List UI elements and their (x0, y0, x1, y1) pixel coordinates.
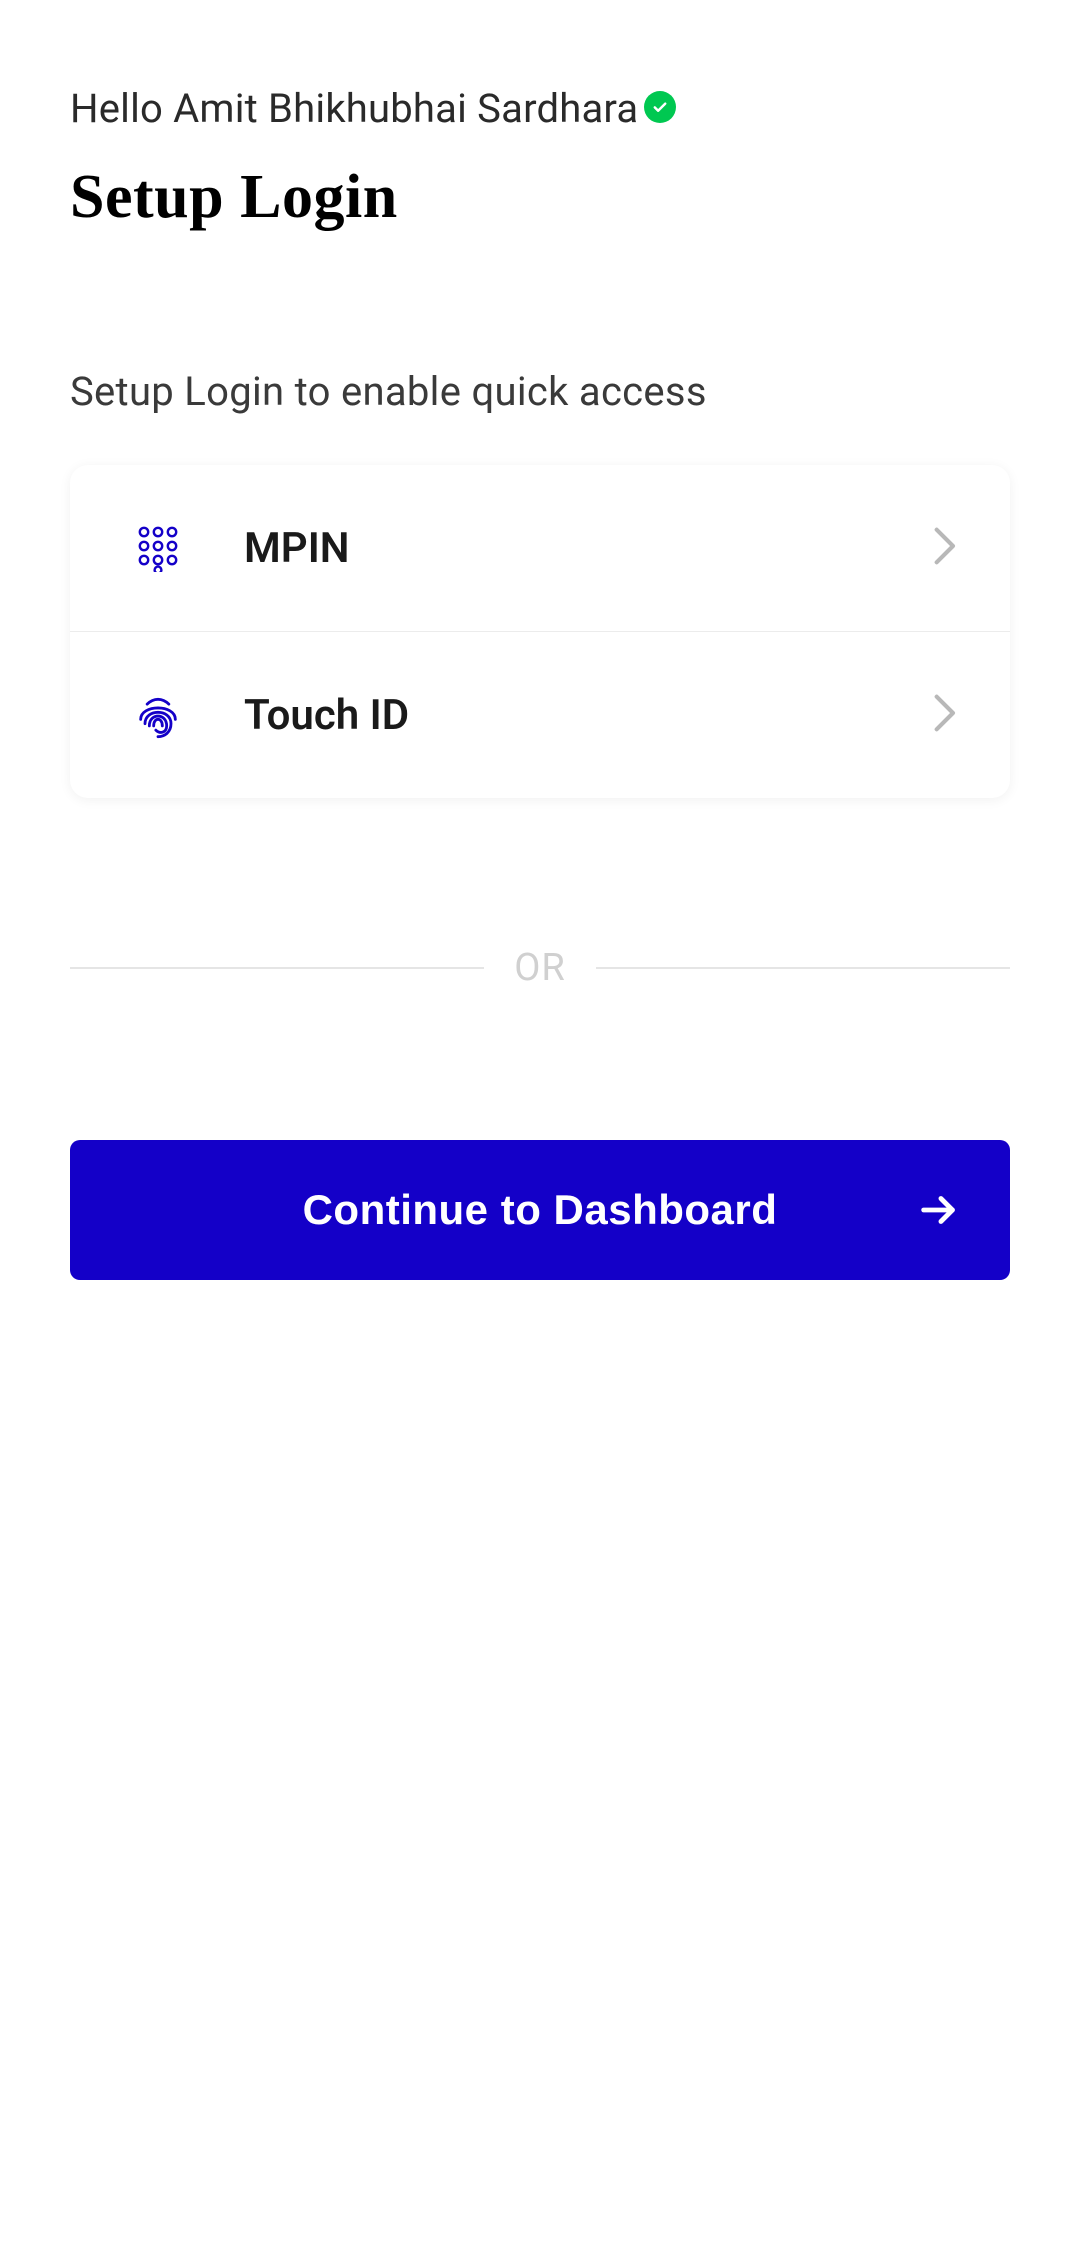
verified-check-icon (644, 91, 676, 123)
chevron-right-icon (932, 692, 960, 738)
login-options-card: MPIN Touch ID (70, 465, 1010, 798)
page-title: Setup Login (70, 162, 1010, 233)
arrow-right-icon (916, 1187, 962, 1233)
separator-line (596, 967, 1010, 969)
fingerprint-icon (130, 687, 186, 743)
option-mpin-label: MPIN (244, 524, 932, 573)
greeting-text: Hello Amit Bhikhubhai Sardhara (70, 85, 638, 132)
separator-line (70, 967, 484, 969)
option-touchid[interactable]: Touch ID (70, 631, 1010, 798)
subtitle: Setup Login to enable quick access (70, 368, 1010, 415)
or-separator: OR (70, 946, 1010, 990)
greeting-row: Hello Amit Bhikhubhai Sardhara (70, 85, 1010, 132)
continue-dashboard-label: Continue to Dashboard (303, 1186, 778, 1234)
option-touchid-label: Touch ID (244, 691, 932, 740)
option-mpin[interactable]: MPIN (70, 465, 1010, 631)
keypad-icon (130, 520, 186, 576)
separator-text: OR (514, 946, 566, 990)
continue-dashboard-button[interactable]: Continue to Dashboard (70, 1140, 1010, 1280)
chevron-right-icon (932, 525, 960, 571)
